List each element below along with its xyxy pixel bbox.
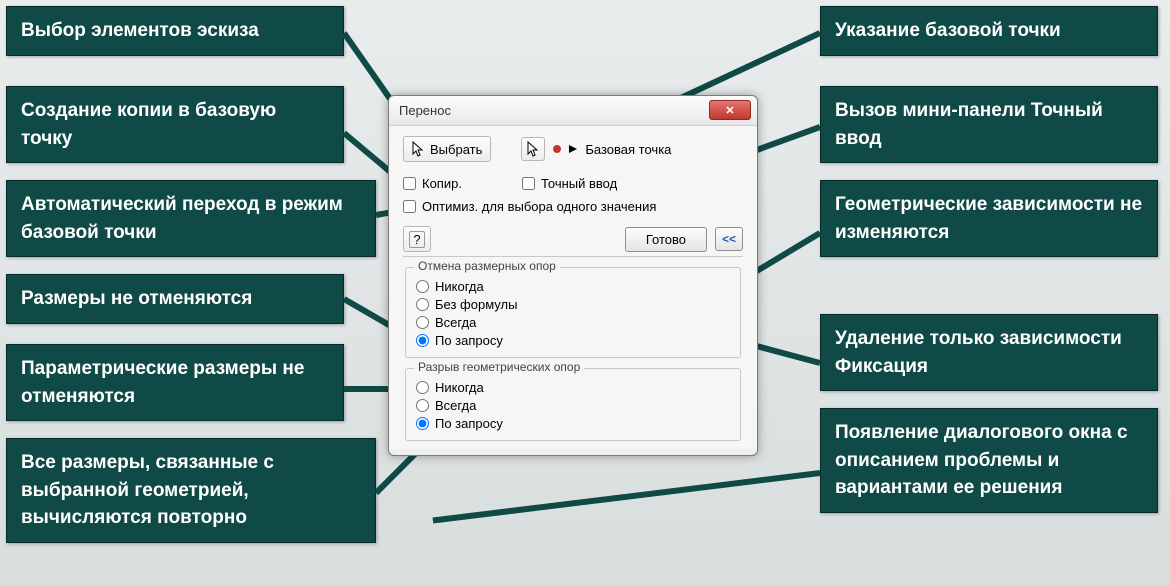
precise-checkbox[interactable] (522, 177, 535, 190)
g1-label-3: По запросу (435, 333, 503, 348)
callout-problem-dialog: Появление диалогового окна с описанием п… (820, 408, 1158, 513)
g1-label-1: Без формулы (435, 297, 517, 312)
g2-opt-always[interactable]: Всегда (416, 398, 730, 413)
callout-all-dims-recalc: Все размеры, связанные с выбранной геоме… (6, 438, 376, 543)
help-icon: ? (409, 231, 424, 248)
dialog-titlebar[interactable]: Перенос ✕ (389, 96, 757, 126)
dialog-title: Перенос (399, 103, 451, 118)
close-icon: ✕ (725, 104, 734, 117)
g1-radio-1[interactable] (416, 298, 429, 311)
cursor-icon (527, 141, 539, 157)
optimize-label: Оптимиз. для выбора одного значения (422, 199, 656, 214)
g1-radio-0[interactable] (416, 280, 429, 293)
g1-radio-3[interactable] (416, 334, 429, 347)
group-dimension-supports: Отмена размерных опор Никогда Без формул… (405, 267, 741, 358)
callout-basepoint-indication: Указание базовой точки (820, 6, 1158, 56)
callout-param-dims: Параметрические размеры не отменяются (6, 344, 344, 421)
copy-label: Копир. (422, 176, 462, 191)
group2-title: Разрыв геометрических опор (414, 360, 584, 374)
g1-radio-2[interactable] (416, 316, 429, 329)
g1-opt-onrequest[interactable]: По запросу (416, 333, 730, 348)
g2-label-0: Никогда (435, 380, 484, 395)
group1-title: Отмена размерных опор (414, 259, 560, 273)
select-label: Выбрать (430, 142, 482, 157)
g1-label-2: Всегда (435, 315, 476, 330)
copy-checkbox-row[interactable]: Копир. (403, 176, 462, 191)
precise-label: Точный ввод (541, 176, 617, 191)
callout-mini-panel: Вызов мини-панели Точный ввод (820, 86, 1158, 163)
callout-select-elements: Выбор элементов эскиза (6, 6, 344, 56)
g2-radio-1[interactable] (416, 399, 429, 412)
done-button[interactable]: Готово (625, 227, 707, 252)
basepoint-cursor-button[interactable] (521, 137, 545, 161)
optimize-checkbox[interactable] (403, 200, 416, 213)
separator (403, 256, 743, 257)
copy-checkbox[interactable] (403, 177, 416, 190)
g2-label-1: Всегда (435, 398, 476, 413)
g2-radio-2[interactable] (416, 417, 429, 430)
callout-create-copy: Создание копии в базовую точку (6, 86, 344, 163)
top-buttons-row: Выбрать Базовая точка (403, 136, 743, 162)
help-button[interactable]: ? (403, 226, 431, 252)
dialog-move: Перенос ✕ Выбрать Базовая точка (388, 95, 758, 456)
callout-auto-basepoint: Автоматический переход в режим базовой т… (6, 180, 376, 257)
g1-label-0: Никогда (435, 279, 484, 294)
g2-opt-onrequest[interactable]: По запросу (416, 416, 730, 431)
g2-label-2: По запросу (435, 416, 503, 431)
g2-radio-0[interactable] (416, 381, 429, 394)
basepoint-arrow-icon (569, 145, 577, 153)
select-button[interactable]: Выбрать (403, 136, 491, 162)
callout-geom-deps-unchanged: Геометрические зависимости не изменяются (820, 180, 1158, 257)
group-geom-supports: Разрыв геометрических опор Никогда Всегд… (405, 368, 741, 441)
action-row: ? Готово << (403, 226, 743, 252)
basepoint-label: Базовая точка (585, 142, 671, 157)
dialog-body: Выбрать Базовая точка Копир. То (389, 126, 757, 449)
close-button[interactable]: ✕ (709, 100, 751, 120)
g2-opt-never[interactable]: Никогда (416, 380, 730, 395)
g1-opt-noformula[interactable]: Без формулы (416, 297, 730, 312)
basepoint-dot-icon (553, 145, 561, 153)
cursor-icon (412, 141, 424, 157)
collapse-button[interactable]: << (715, 227, 743, 251)
g1-opt-never[interactable]: Никогда (416, 279, 730, 294)
g1-opt-always[interactable]: Всегда (416, 315, 730, 330)
precise-checkbox-row[interactable]: Точный ввод (522, 176, 617, 191)
pointer (433, 470, 821, 523)
callout-dims-not-cancel: Размеры не отменяются (6, 274, 344, 324)
optimize-checkbox-row[interactable]: Оптимиз. для выбора одного значения (403, 199, 743, 214)
callout-remove-fix-only: Удаление только зависимости Фиксация (820, 314, 1158, 391)
